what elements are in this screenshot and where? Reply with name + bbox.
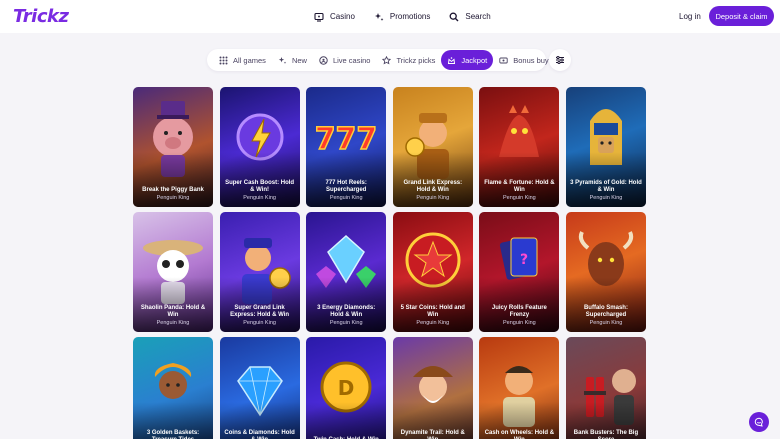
game-card[interactable]: Dynamite Trail: Hold & WinPenguin King bbox=[392, 337, 473, 439]
game-card[interactable]: Super Cash Boost: Hold & Win! Penguin Kin… bbox=[219, 87, 300, 207]
tab-new[interactable]: New bbox=[272, 50, 313, 70]
game-card[interactable]: 3 Pyramids of Gold: Hold & Win Penguin Ki… bbox=[565, 87, 646, 207]
game-title: 3 Pyramids of Gold: Hold & Win bbox=[570, 180, 642, 194]
game-card[interactable]: Coins & Diamonds: Hold & WinPenguin King bbox=[219, 337, 300, 439]
game-title: 5 Star Coins: Hold and Win bbox=[400, 305, 465, 319]
brand-logo[interactable]: Trickz bbox=[13, 6, 69, 27]
game-card[interactable]: Buffalo Smash: Supercharged Penguin King bbox=[565, 212, 646, 332]
tab-new-label: New bbox=[291, 55, 307, 65]
game-card[interactable]: Shaolin Panda: Hold & Win Penguin King bbox=[133, 212, 213, 332]
promotions-sparkle-icon bbox=[374, 12, 384, 21]
game-title: 3 Energy Diamonds: Hold & Win bbox=[317, 305, 376, 319]
tab-all-games-label: All games bbox=[233, 55, 266, 65]
chat-button[interactable] bbox=[749, 412, 769, 432]
game-provider: Penguin King bbox=[503, 320, 536, 326]
chat-icon bbox=[754, 417, 763, 427]
game-provider: Penguin King bbox=[416, 320, 450, 326]
category-filter-bar: All games New Live casino Trickz picks J… bbox=[207, 49, 549, 71]
game-title: 3 Golden Baskets: Treasure Tides bbox=[146, 430, 200, 439]
filter-settings-button[interactable] bbox=[549, 49, 571, 71]
game-card[interactable]: Break the Piggy Bank Penguin King bbox=[133, 87, 213, 207]
game-title: Super Grand Link Express: Hold & Win bbox=[230, 305, 290, 319]
game-title: Break the Piggy Bank bbox=[142, 187, 204, 194]
nav-search[interactable]: Search bbox=[449, 12, 491, 22]
tab-trickz-picks[interactable]: Trickz picks bbox=[376, 50, 441, 70]
tab-live-casino-label: Live casino bbox=[332, 55, 371, 65]
svg-text:D: D bbox=[338, 376, 355, 400]
game-title: Buffalo Smash: Supercharged bbox=[583, 305, 628, 319]
nav-casino[interactable]: Casino bbox=[314, 12, 355, 22]
grid-icon bbox=[219, 56, 228, 64]
game-provider: Penguin King bbox=[329, 195, 363, 201]
main-nav: Casino Promotions Search bbox=[314, 0, 491, 33]
game-card[interactable]: 777 777 Hot Reels: Supercharged Penguin Ki… bbox=[306, 87, 387, 207]
game-provider: Penguin King bbox=[156, 320, 190, 326]
game-provider: Penguin King bbox=[589, 195, 623, 201]
sparkle-icon bbox=[278, 56, 287, 64]
nav-promotions[interactable]: Promotions bbox=[374, 12, 430, 22]
thumbnail-shade bbox=[306, 402, 387, 439]
game-title: Shaolin Panda: Hold & Win bbox=[140, 305, 206, 319]
game-card[interactable]: Flame & Fortune: Hold & Win Penguin King bbox=[479, 87, 560, 207]
live-casino-icon bbox=[319, 55, 328, 65]
nav-casino-label: Casino bbox=[330, 12, 355, 21]
game-title: Bank Busters: The Big Score bbox=[573, 430, 639, 439]
tab-bonus-buy-label: Bonus buy bbox=[513, 55, 549, 65]
tab-jackpot-label: Jackpot bbox=[461, 55, 488, 65]
game-title: Juicy Rolls Feature Frenzy bbox=[491, 305, 547, 319]
game-title: Flame & Fortune: Hold & Win bbox=[484, 180, 555, 194]
game-provider: Penguin King bbox=[156, 195, 190, 201]
tab-live-casino[interactable]: Live casino bbox=[313, 50, 377, 70]
game-card[interactable]: Super Grand Link Express: Hold & Win Peng… bbox=[219, 212, 300, 332]
star-icon bbox=[382, 55, 392, 64]
deposit-claim-button[interactable]: Deposit & claim bbox=[709, 6, 774, 26]
game-title: Super Cash Boost: Hold & Win! bbox=[225, 180, 295, 194]
game-card[interactable]: 3 Golden Baskets: Treasure TidesPenguin … bbox=[133, 337, 213, 439]
sliders-icon bbox=[556, 55, 564, 65]
top-header: Trickz Casino Promotions Search Log in D… bbox=[0, 0, 780, 33]
game-card[interactable]: 3 Energy Diamonds: Hold & Win Penguin Kin… bbox=[306, 212, 387, 332]
game-title: 777 Hot Reels: Supercharged bbox=[325, 180, 367, 194]
nav-promotions-label: Promotions bbox=[389, 12, 431, 21]
nav-search-label: Search bbox=[465, 12, 491, 21]
tab-trickz-picks-label: Trickz picks bbox=[396, 55, 436, 65]
game-provider: Penguin King bbox=[329, 320, 363, 326]
bonus-buy-icon bbox=[499, 57, 508, 63]
game-provider: Penguin King bbox=[589, 320, 623, 326]
search-icon bbox=[449, 12, 459, 21]
tab-jackpot[interactable]: Jackpot bbox=[441, 50, 494, 70]
game-title: Dynamite Trail: Hold & Win bbox=[400, 430, 465, 439]
game-title: Grand Link Express: Hold & Win bbox=[403, 180, 463, 194]
game-card[interactable]: Bank Busters: The Big ScorePenguin King bbox=[565, 337, 646, 439]
jackpot-icon bbox=[448, 56, 456, 64]
svg-text:?: ? bbox=[520, 252, 528, 268]
game-provider: Penguin King bbox=[243, 195, 276, 201]
game-provider: Penguin King bbox=[243, 320, 276, 326]
game-card[interactable]: 5 Star Coins: Hold and Win Penguin King bbox=[392, 212, 473, 332]
tab-all-games[interactable]: All games bbox=[213, 50, 272, 70]
game-card[interactable]: DTwin Cash: Hold & WinPenguin King bbox=[306, 337, 387, 439]
game-grid: Break the Piggy Bank Penguin King Super Ca… bbox=[133, 87, 646, 439]
game-card[interactable]: ? Juicy Rolls Feature Frenzy Penguin King bbox=[479, 212, 560, 332]
casino-icon bbox=[314, 12, 324, 22]
game-card[interactable]: Grand Link Express: Hold & Win Penguin Ki… bbox=[392, 87, 473, 207]
login-link[interactable]: Log in bbox=[679, 12, 701, 21]
game-provider: Penguin King bbox=[416, 195, 450, 201]
game-provider: Penguin King bbox=[503, 195, 536, 201]
tab-bonus-buy[interactable]: Bonus buy bbox=[493, 50, 554, 70]
game-card[interactable]: Cash on Wheels: Hold & WinPenguin King bbox=[479, 337, 560, 439]
game-title: Cash on Wheels: Hold & Win bbox=[484, 430, 555, 439]
game-title: Coins & Diamonds: Hold & Win bbox=[224, 430, 295, 439]
